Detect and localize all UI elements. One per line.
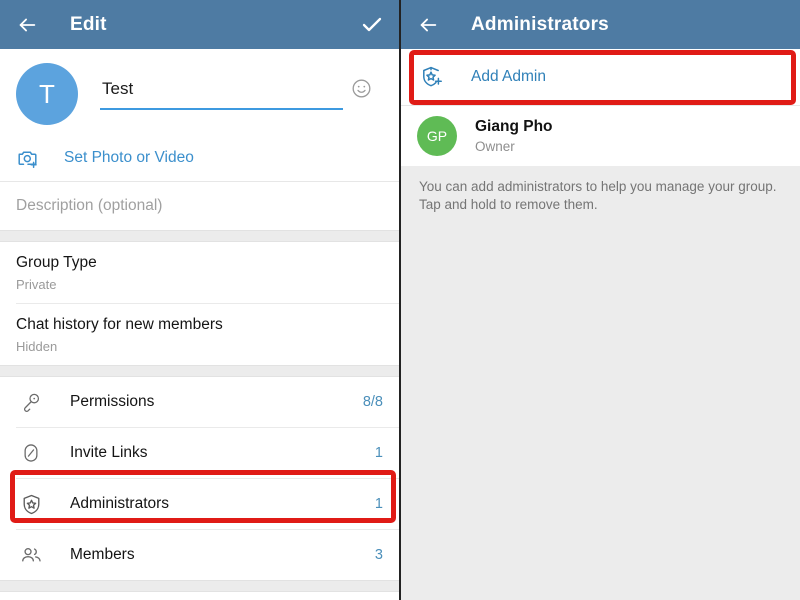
shield-star-icon xyxy=(18,493,44,516)
list-item-label: Invite Links xyxy=(70,444,148,461)
section-gap xyxy=(0,580,399,592)
admin-list-item[interactable]: GP Giang Pho Owner xyxy=(401,106,800,166)
add-admin-button[interactable]: Add Admin xyxy=(401,49,800,105)
list-item-count: 1 xyxy=(374,445,383,461)
set-photo-label: Set Photo or Video xyxy=(64,149,194,166)
list-item-count: 8/8 xyxy=(362,394,383,410)
admin-role: Owner xyxy=(475,139,515,154)
setting-title: Group Type xyxy=(16,254,97,271)
camera-plus-icon xyxy=(16,146,44,170)
shield-star-plus-icon xyxy=(419,65,445,89)
list-item-label: Permissions xyxy=(70,393,155,410)
list-item-label: Administrators xyxy=(70,495,170,512)
bottom-filler xyxy=(0,592,399,600)
avatar-initials: GP xyxy=(426,128,448,144)
description-row[interactable]: Description (optional) xyxy=(0,182,399,230)
setting-title: Chat history for new members xyxy=(16,316,223,333)
page-title: Edit xyxy=(70,13,107,35)
list-item-members[interactable]: Members 3 xyxy=(0,530,399,580)
list-item-label: Members xyxy=(70,546,135,563)
group-avatar[interactable]: T xyxy=(16,63,78,125)
group-name-field-wrap xyxy=(100,78,383,110)
group-avatar-initial: T xyxy=(39,78,55,109)
smiley-icon[interactable] xyxy=(351,78,375,102)
list-item-permissions[interactable]: Permissions 8/8 xyxy=(0,377,399,427)
list-item-invite-links[interactable]: Invite Links 1 xyxy=(0,428,399,478)
edit-group-panel: Edit T Test Set Photo or Video Descripti… xyxy=(0,0,401,600)
back-icon[interactable] xyxy=(415,12,441,38)
add-admin-label: Add Admin xyxy=(471,68,546,85)
page-title: Administrators xyxy=(471,13,609,35)
setting-chat-history[interactable]: Chat history for new members Hidden xyxy=(0,304,399,365)
description-placeholder: Description (optional) xyxy=(16,197,163,214)
right-appbar: Administrators xyxy=(401,0,800,49)
avatar: GP xyxy=(417,116,457,156)
admin-name: Giang Pho xyxy=(475,118,553,135)
link-icon xyxy=(18,442,44,464)
list-item-count: 1 xyxy=(374,496,383,512)
key-icon xyxy=(18,391,44,413)
left-appbar: Edit xyxy=(0,0,399,49)
screenshot-root: Edit T Test Set Photo or Video Descripti… xyxy=(0,0,800,600)
group-name-input[interactable] xyxy=(100,79,343,110)
group-name-row: T xyxy=(0,49,399,135)
setting-group-type[interactable]: Group Type Private xyxy=(0,242,399,303)
people-icon xyxy=(18,544,44,567)
back-icon[interactable] xyxy=(14,12,40,38)
section-gap xyxy=(0,230,399,242)
setting-subtitle: Hidden xyxy=(16,339,58,354)
administrators-panel: Administrators Add Admin GP Giang Pho Ow… xyxy=(401,0,800,600)
admin-info: Giang Pho Owner xyxy=(475,117,553,155)
list-item-count: 3 xyxy=(374,547,383,563)
section-gap xyxy=(0,365,399,377)
admin-hint-text: You can add administrators to help you m… xyxy=(401,166,800,228)
set-photo-row[interactable]: Set Photo or Video xyxy=(0,135,399,181)
setting-subtitle: Private xyxy=(16,277,57,292)
check-icon[interactable] xyxy=(359,12,385,38)
list-item-administrators[interactable]: Administrators 1 xyxy=(0,479,399,529)
